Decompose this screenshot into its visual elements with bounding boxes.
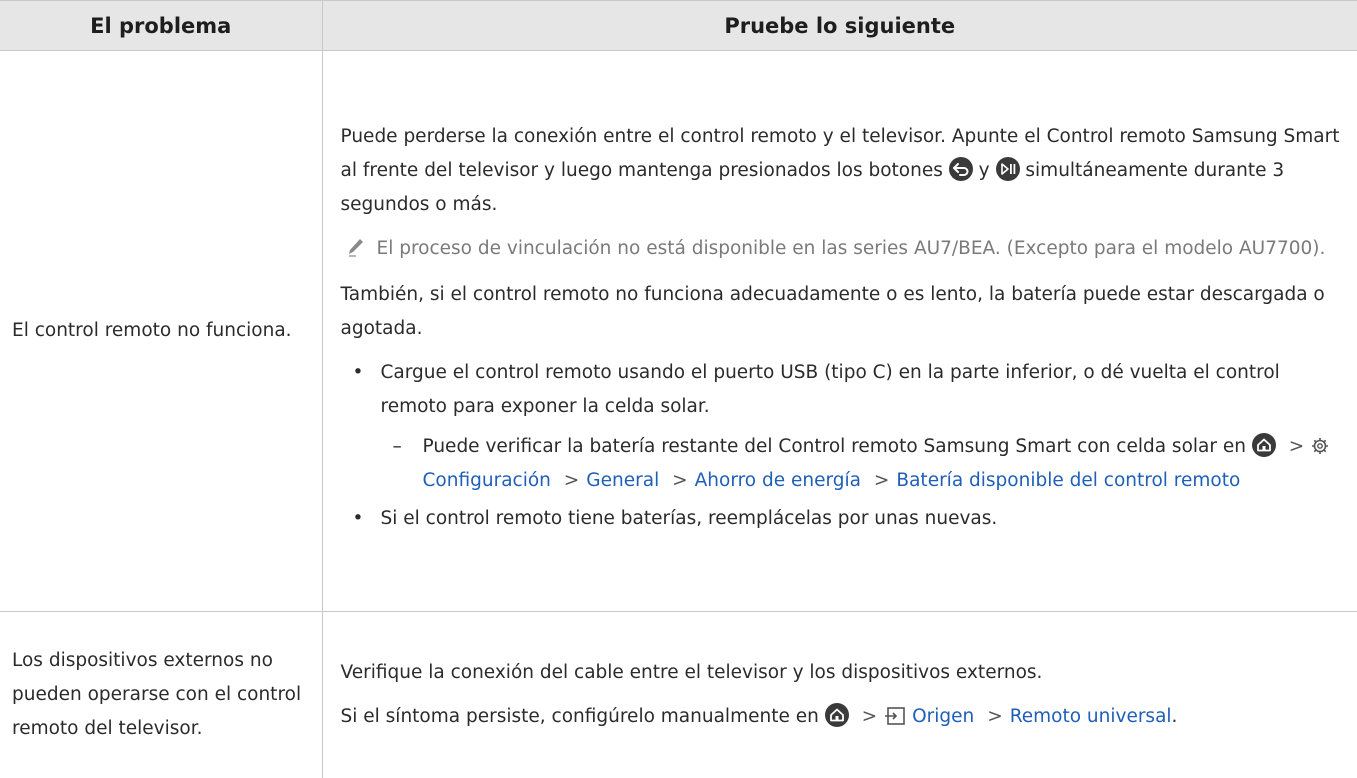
bullet-text: Si el control remoto tiene baterías, ree…: [381, 502, 998, 536]
menu-configuracion[interactable]: Configuración: [423, 470, 551, 491]
home-icon: [825, 703, 849, 727]
list-item: • Cargue el control remoto usando el pue…: [341, 356, 1346, 424]
list-item: • Si el control remoto tiene baterías, r…: [341, 502, 1346, 536]
pairing-paragraph: Puede perderse la conexión entre el cont…: [341, 120, 1346, 222]
menu-bateria-disponible[interactable]: Batería disponible del control remoto: [896, 470, 1240, 491]
bullet-dot: •: [341, 356, 381, 424]
sub-list-text: Puede verificar la batería restante del …: [423, 436, 1246, 457]
menu-ahorro-energia[interactable]: Ahorro de energía: [695, 470, 861, 491]
table-header-row: El problema Pruebe lo siguiente: [0, 1, 1357, 51]
gear-icon: [1311, 437, 1329, 455]
sub-list-item: – Puede verificar la batería restante de…: [391, 430, 1346, 498]
troubleshooting-table: El problema Pruebe lo siguiente El contr…: [0, 0, 1357, 778]
pencil-note-icon: [341, 232, 377, 266]
problem-cell: Los dispositivos externos no pueden oper…: [0, 612, 322, 778]
solution-cell: Verifique la conexión del cable entre el…: [322, 612, 1357, 778]
battery-paragraph: También, si el control remoto no funcion…: [341, 278, 1346, 346]
home-icon: [1252, 433, 1276, 457]
solution-cell: Puede perderse la conexión entre el cont…: [322, 51, 1357, 612]
menu-origen[interactable]: Origen: [912, 706, 974, 727]
dash-mark: –: [391, 430, 423, 498]
sentence-end: .: [1172, 706, 1178, 727]
path-separator: >: [1282, 436, 1312, 457]
bullet-text: Cargue el control remoto usando el puert…: [381, 356, 1346, 424]
source-icon: [884, 706, 906, 726]
path-separator: >: [855, 706, 885, 727]
cable-paragraph: Verifique la conexión del cable entre el…: [341, 656, 1346, 690]
sub-list-content: Puede verificar la batería restante del …: [423, 430, 1346, 498]
path-separator: >: [867, 470, 897, 491]
back-button-icon: [949, 157, 973, 181]
path-separator: >: [980, 706, 1010, 727]
play-pause-icon: [996, 157, 1020, 181]
manual-config-text: Si el síntoma persiste, configúrelo manu…: [341, 706, 819, 727]
manual-config-paragraph: Si el síntoma persiste, configúrelo manu…: [341, 700, 1346, 734]
menu-general[interactable]: General: [586, 470, 659, 491]
header-solution: Pruebe lo siguiente: [322, 1, 1357, 51]
conjunction-text: y: [979, 160, 990, 181]
path-separator: >: [665, 470, 695, 491]
note: El proceso de vinculación no está dispon…: [341, 232, 1346, 266]
problem-cell: El control remoto no funciona.: [0, 51, 322, 612]
bullet-dot: •: [341, 502, 381, 536]
path-separator: >: [557, 470, 587, 491]
table-row: El control remoto no funciona. Puede per…: [0, 51, 1357, 612]
menu-remoto-universal[interactable]: Remoto universal: [1010, 706, 1172, 727]
header-problem: El problema: [0, 1, 322, 51]
table-row: Los dispositivos externos no pueden oper…: [0, 612, 1357, 778]
note-text: El proceso de vinculación no está dispon…: [377, 232, 1326, 266]
